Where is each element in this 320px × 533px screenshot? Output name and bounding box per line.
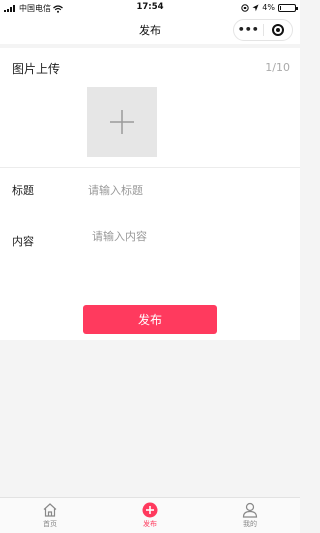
tab-publish[interactable]: 发布 — [100, 498, 200, 533]
user-icon — [242, 502, 258, 518]
battery-percent: 4% — [262, 3, 275, 12]
plus-circle-icon — [142, 502, 158, 518]
add-image-button[interactable] — [87, 87, 157, 157]
status-bar: 中国电信 17:54 4% — [0, 0, 300, 16]
plus-icon — [110, 110, 134, 134]
ellipsis-icon[interactable]: ••• — [234, 20, 263, 40]
content-textarea[interactable]: 请输入内容 — [92, 228, 288, 278]
tab-home[interactable]: 首页 — [0, 498, 100, 533]
tab-home-label: 首页 — [43, 520, 57, 528]
image-counter: 1/10 — [265, 61, 290, 74]
target-icon — [271, 24, 284, 36]
battery-icon — [278, 3, 298, 12]
navigation-bar: 发布 ••• — [0, 16, 300, 44]
section-divider — [0, 167, 300, 168]
tab-publish-label: 发布 — [143, 520, 157, 528]
status-right: 4% — [241, 3, 298, 12]
orientation-lock-icon — [241, 3, 249, 12]
tab-profile-label: 我的 — [243, 520, 257, 528]
content-label: 内容 — [12, 235, 34, 248]
tab-profile[interactable]: 我的 — [200, 498, 300, 533]
title-input[interactable]: 请输入标题 — [88, 182, 288, 198]
tab-bar: 首页 发布 我的 — [0, 497, 300, 533]
publish-button[interactable]: 发布 — [83, 305, 217, 334]
publish-form: 图片上传 1/10 标题 请输入标题 内容 请输入内容 发布 — [0, 48, 300, 340]
upload-section-title: 图片上传 — [12, 62, 61, 76]
close-miniprogram-button[interactable] — [264, 24, 293, 36]
battery-level — [280, 5, 281, 10]
home-icon — [43, 503, 57, 517]
menu-capsule: ••• — [233, 19, 293, 41]
location-icon — [252, 4, 259, 11]
title-label: 标题 — [12, 184, 34, 197]
